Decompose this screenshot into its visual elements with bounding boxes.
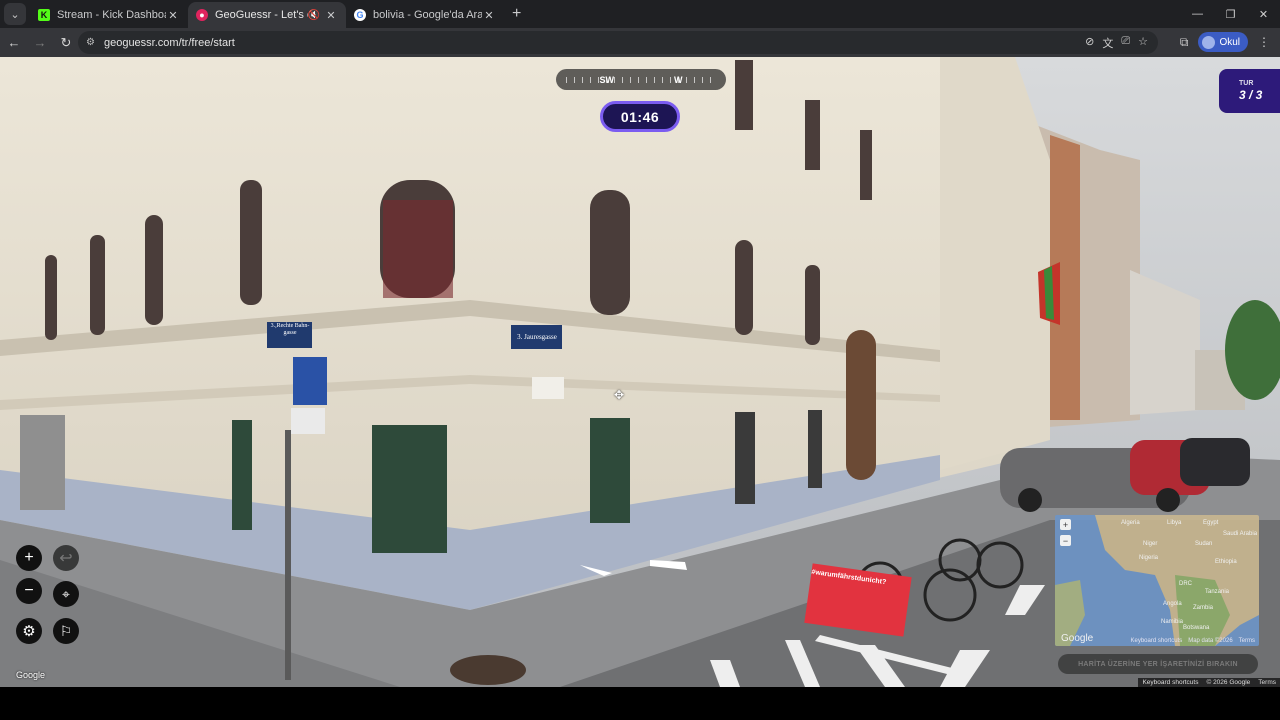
kick-icon: K — [38, 9, 50, 21]
place-guess-button[interactable]: HARİTA ÜZERİNE YER İŞARETİNİZİ BIRAKIN — [1058, 654, 1258, 674]
minimap-terms[interactable]: Terms — [1239, 638, 1255, 644]
bookmark-star-icon[interactable]: ☆ — [1138, 35, 1148, 51]
copyright-text: © 2026 Google — [1206, 679, 1251, 686]
round-indicator: TUR 3 / 3 — [1219, 69, 1280, 113]
map-label: Tanzania — [1205, 589, 1230, 595]
tab-title: Stream - Kick Dashboard — [57, 9, 166, 21]
tab-strip: ⌄ K Stream - Kick Dashboard ✕ ● GeoGuess… — [0, 0, 1280, 28]
return-to-start-button[interactable]: ⌖ — [53, 581, 79, 607]
close-icon[interactable]: ✕ — [324, 9, 338, 22]
tab-google-search[interactable]: G bolivia - Google'da Ara ✕ — [346, 2, 504, 28]
terms-link[interactable]: Terms — [1254, 678, 1280, 687]
map-label: Algeria — [1121, 520, 1140, 526]
minimap-keyboard-shortcuts[interactable]: Keyboard shortcuts — [1131, 638, 1183, 644]
muted-speaker-icon[interactable]: 🔇 — [308, 10, 320, 21]
site-info-icon[interactable]: ⚙ — [86, 37, 95, 48]
forward-button[interactable]: → — [28, 35, 52, 50]
profile-button[interactable]: Okul — [1198, 32, 1248, 52]
zoom-out-button[interactable]: − — [16, 578, 42, 604]
close-icon[interactable]: ✕ — [482, 9, 496, 22]
restore-button[interactable]: ❐ — [1214, 0, 1247, 28]
toolbar-right: ⧉ Okul ⋮ — [1180, 32, 1270, 52]
google-logo: Google — [16, 670, 46, 680]
map-label: Ethiopia — [1215, 559, 1237, 565]
window-controls: — ❐ ✕ — [1181, 0, 1280, 28]
cast-icon[interactable]: ⎚ — [1121, 35, 1130, 51]
omnibox-actions: ⊘ 文 ⎚ ☆ — [1085, 35, 1148, 51]
hide-eye-icon[interactable]: ⊘ — [1085, 35, 1094, 51]
google-icon: G — [354, 9, 366, 21]
close-window-button[interactable]: ✕ — [1247, 0, 1280, 28]
extensions-icon[interactable]: ⧉ — [1180, 35, 1189, 50]
profile-label: Okul — [1219, 36, 1240, 48]
map-label: Angola — [1163, 601, 1182, 607]
url-text: geoguessr.com/tr/free/start — [103, 36, 235, 49]
keyboard-shortcuts-link[interactable]: Keyboard shortcuts — [1138, 678, 1202, 687]
geoguessr-pin-icon: ● — [196, 9, 208, 21]
guess-minimap[interactable]: + − Algeria Libya Egypt Saudi Arabia Nig… — [1055, 515, 1259, 646]
reload-button[interactable]: ↻ — [54, 35, 78, 51]
bottom-letterbox — [0, 687, 1280, 720]
undo-move-button[interactable]: ↩ — [53, 545, 79, 571]
back-button[interactable]: ← — [2, 35, 26, 50]
flag-button[interactable]: ⚐ — [53, 618, 79, 644]
compass-label-w: W — [674, 74, 683, 85]
minimap-caption: Keyboard shortcuts Map data ©2026 Terms — [1055, 638, 1259, 644]
compass: SW W — [556, 69, 726, 90]
address-bar[interactable]: ⚙ geoguessr.com/tr/free/start ⊘ 文 ⎚ ☆ — [78, 31, 1158, 54]
map-label: Zambia — [1193, 605, 1214, 611]
tab-title: bolivia - Google'da Ara — [373, 9, 482, 21]
round-label: TUR — [1239, 80, 1254, 87]
minimap-zoom-out-button[interactable]: − — [1060, 535, 1071, 546]
map-label: Botswana — [1183, 625, 1210, 631]
map-label: Saudi Arabia — [1223, 531, 1258, 537]
compass-ticks — [566, 77, 716, 83]
map-label: Libya — [1167, 520, 1182, 526]
settings-gear-button[interactable]: ⚙ — [16, 618, 42, 644]
map-label: Sudan — [1195, 541, 1213, 547]
tab-geoguessr[interactable]: ● GeoGuessr - Let's explore th 🔇 ✕ — [188, 2, 346, 28]
street-sign-jauresgasse: 3. Jauresgasse — [517, 333, 557, 341]
tab-kick[interactable]: K Stream - Kick Dashboard ✕ — [30, 2, 188, 28]
zoom-in-button[interactable]: + — [16, 545, 42, 571]
avatar — [1202, 35, 1216, 49]
street-sign-rechte-bahngasse: 3.,Rechte Bahn- gasse — [270, 323, 310, 336]
map-label: Nigeria — [1139, 555, 1159, 561]
more-menu-icon[interactable]: ⋮ — [1258, 35, 1270, 49]
compass-label-sw: SW — [599, 74, 615, 85]
translate-icon[interactable]: 文 — [1102, 35, 1113, 51]
minimap-map-data: Map data ©2026 — [1188, 638, 1233, 644]
close-icon[interactable]: ✕ — [166, 9, 180, 22]
map-label: Niger — [1143, 541, 1158, 547]
move-cursor-icon: ✥ — [614, 388, 625, 402]
new-tab-button[interactable]: + — [512, 5, 521, 23]
round-value: 3 / 3 — [1239, 88, 1263, 102]
map-label: Namibia — [1161, 619, 1184, 625]
tab-title: GeoGuessr - Let's explore th — [215, 9, 308, 21]
round-timer: 01:46 — [600, 101, 680, 132]
street-view-footer: Keyboard shortcuts © 2026 Google Terms — [1138, 678, 1280, 687]
map-label: DRC — [1179, 581, 1192, 587]
tab-search-button[interactable]: ⌄ — [4, 3, 26, 25]
minimize-button[interactable]: — — [1181, 0, 1214, 28]
minimap-zoom-in-button[interactable]: + — [1060, 519, 1071, 530]
browser-toolbar: ← → ↻ ⚙ geoguessr.com/tr/free/start ⊘ 文 … — [0, 28, 1280, 57]
map-label: Egypt — [1203, 520, 1219, 526]
